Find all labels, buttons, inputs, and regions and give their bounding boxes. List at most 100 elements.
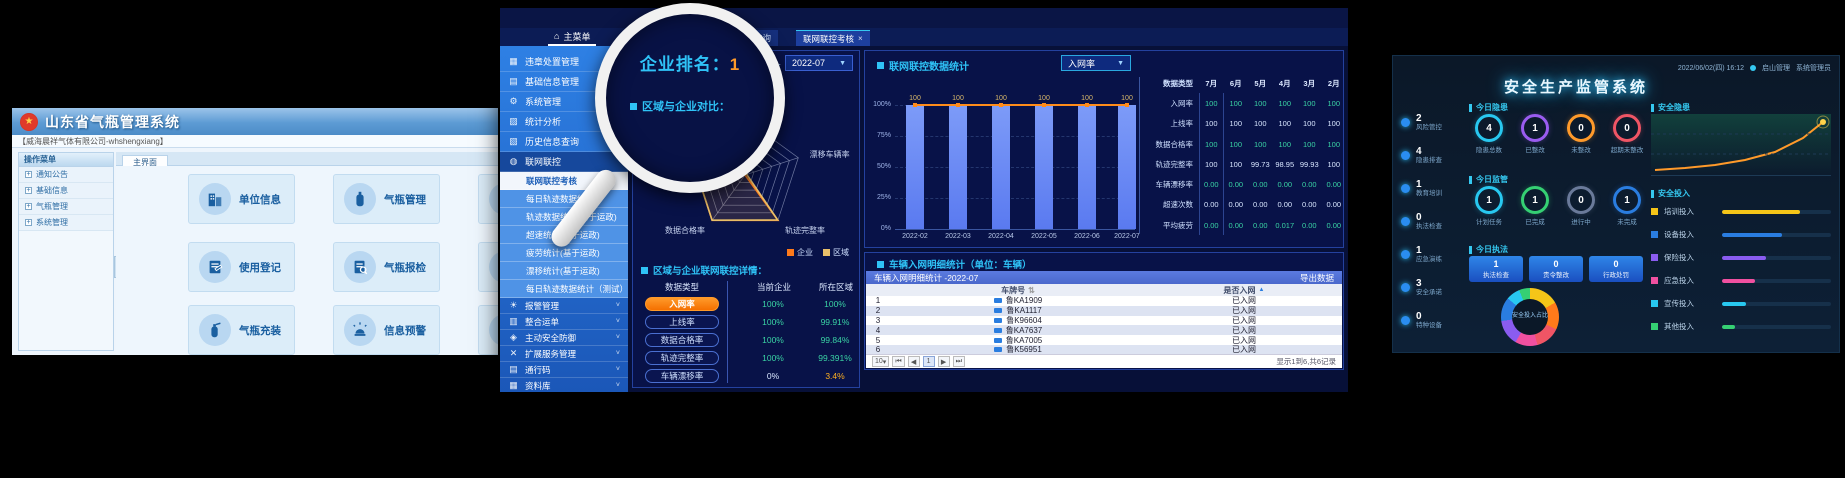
- stat-ring-隐患总数: 4隐患总数: [1469, 114, 1509, 154]
- cylinder-icon: [344, 183, 376, 215]
- first-page-button[interactable]: ⏮: [892, 356, 904, 367]
- query-date-dropdown[interactable]: 2022-07▼: [785, 55, 853, 71]
- card-label: 气瓶充装: [239, 323, 281, 338]
- card-alarm[interactable]: 信息预警: [333, 305, 440, 355]
- nav-tab-主菜单[interactable]: ⌂主菜单: [548, 28, 596, 46]
- glow-dot-icon: [1401, 184, 1410, 193]
- card-extinguisher[interactable]: 气瓶充装: [188, 305, 295, 355]
- detail-type-button-轨迹完整率[interactable]: 轨迹完整率: [645, 351, 719, 365]
- svg-text:数据合格率: 数据合格率: [665, 225, 705, 235]
- details-col-header: 数据类型: [645, 281, 719, 293]
- current-page[interactable]: 1: [923, 356, 935, 367]
- sidebar-item-扩展服务管理[interactable]: ✕扩展服务管理˅: [500, 346, 628, 362]
- sidebar-item-联网联控[interactable]: ◍联网联控: [500, 152, 628, 172]
- card-cylinder[interactable]: 气瓶管理: [333, 174, 440, 224]
- page-tab-联网联控考核[interactable]: 联网联控考核×: [796, 30, 870, 46]
- stats-col-header: 数据类型: [1141, 73, 1199, 93]
- rail-value: 3: [1416, 278, 1442, 289]
- sidebar-item-2[interactable]: +气瓶管理: [19, 199, 113, 215]
- donut-center-label: 安全投入占比: [1512, 299, 1548, 335]
- detail-type-button-超速次数[interactable]: 超速次数: [645, 387, 719, 388]
- nav-tab-label: 主菜单: [563, 30, 590, 43]
- export-data-button[interactable]: 导出数据: [1300, 272, 1334, 284]
- ring-label: 进行中: [1571, 216, 1591, 226]
- sidebar-item-资料库[interactable]: ▦资料库˅: [500, 378, 628, 392]
- safety-hazard-header: 安全隐患: [1651, 102, 1690, 113]
- card-label: 气瓶管理: [384, 192, 426, 207]
- sidebar-item-label: 历史信息查询: [525, 135, 610, 148]
- chevron-down-icon: ˅: [616, 334, 620, 341]
- wrench-icon: [496, 258, 498, 276]
- close-icon[interactable]: ×: [858, 34, 863, 43]
- next-page-button[interactable]: ▶: [938, 356, 950, 367]
- law-tile-执法检查[interactable]: 1执法检查: [1469, 256, 1523, 282]
- prev-page-button[interactable]: ◀: [908, 356, 920, 367]
- sidebar-item-0[interactable]: +通知公告: [19, 167, 113, 183]
- card-register-doc[interactable]: 使用登记: [188, 242, 295, 292]
- gas-cylinder-app-window: ★ 山东省气瓶管理系统 【威海晨祥气体有限公司-whshengxiang】 操作…: [12, 108, 498, 355]
- card-building[interactable]: 单位信息: [188, 174, 295, 224]
- today-watch-header: 今日监管: [1469, 174, 1508, 185]
- partial-card[interactable]: [478, 174, 498, 224]
- sidebar-subitem-每日轨迹数据统计（测试）[interactable]: 每日轨迹数据统计（测试）: [500, 280, 628, 298]
- stats-filter-dropdown[interactable]: 入网率▼: [1061, 55, 1131, 71]
- sidebar-item-通行码[interactable]: ▤通行码˅: [500, 362, 628, 378]
- plus-icon: +: [25, 203, 32, 210]
- sidebar-item-3[interactable]: +系统管理: [19, 215, 113, 231]
- partial-card[interactable]: [478, 305, 498, 355]
- wrench-icon: [489, 251, 498, 283]
- legend-swatch: [1651, 300, 1658, 307]
- legend-label: 区域: [833, 247, 849, 258]
- x-tick-label: 2022-05: [1022, 233, 1066, 240]
- page-size-select[interactable]: 10 ▾: [872, 356, 889, 367]
- user-name[interactable]: 启山管理: [1762, 63, 1790, 73]
- rail-item-执法检查: 0执法检查: [1401, 205, 1461, 238]
- stats-value: 100: [1322, 93, 1345, 113]
- sidebar-subitem-漂移统计(基于运政)[interactable]: 漂移统计(基于运政): [500, 262, 628, 280]
- detail-type-button-车辆漂移率[interactable]: 车辆漂移率: [645, 369, 719, 383]
- detail-type-button-入网率[interactable]: 入网率: [645, 297, 719, 311]
- stats-col-header: 7月: [1199, 73, 1224, 93]
- stats-value: 98.95: [1273, 154, 1298, 174]
- plate-column-header[interactable]: 车牌号⇅: [890, 284, 1146, 296]
- vehicle-table-toolbar: 车辆入网明细统计 -2022-07 导出数据: [866, 271, 1342, 284]
- rail-label: 安全承诺: [1416, 289, 1442, 296]
- detail-type-button-数据合格率[interactable]: 数据合格率: [645, 333, 719, 347]
- trend-line: [1651, 114, 1831, 176]
- bell-icon[interactable]: [1750, 65, 1756, 71]
- stats-value: 0.00: [1322, 174, 1345, 194]
- legend-bar-fill: [1722, 302, 1746, 306]
- sidebar-item-报警管理[interactable]: ☀报警管理˅: [500, 298, 628, 314]
- stats-value: 0.00: [1248, 195, 1273, 215]
- card-inspect-doc[interactable]: 气瓶报检: [333, 242, 440, 292]
- vehicle-detail-panel: 车辆入网明细统计（单位：车辆） 车辆入网明细统计 -2022-07 导出数据 车…: [864, 252, 1344, 370]
- shield-icon: ◈: [508, 332, 519, 343]
- last-page-button[interactable]: ⏭: [953, 356, 965, 367]
- stats-value: 0.00: [1322, 195, 1345, 215]
- waybill-icon: ▥: [508, 316, 519, 327]
- ring-label: 已完成: [1525, 216, 1545, 226]
- row-index: 3: [866, 316, 890, 325]
- law-tile-行政处罚[interactable]: 0行政处罚: [1589, 256, 1643, 282]
- ring-icon: 1: [1521, 114, 1549, 142]
- chevron-down-icon: ˅: [616, 350, 620, 357]
- company-bar: 【威海晨祥气体有限公司-whshengxiang】: [12, 135, 498, 148]
- sidebar-subitem-每日轨迹数据统计[interactable]: 每日轨迹数据统计: [500, 190, 628, 208]
- x-tick-label: 2022-02: [893, 233, 937, 240]
- rail-text: 2风险管控: [1416, 113, 1442, 131]
- sidebar-item-1[interactable]: +基础信息: [19, 183, 113, 199]
- ring-icon: 0: [1567, 114, 1595, 142]
- bar-value-label: 100: [943, 95, 973, 102]
- law-tile-责令整改[interactable]: 0责令整改: [1529, 256, 1583, 282]
- sidebar-item-label: 通知公告: [36, 169, 68, 180]
- status-column-header[interactable]: 是否入网▲: [1146, 284, 1342, 296]
- legend-label: 宣传投入: [1664, 298, 1716, 309]
- rail-text: 1应急演练: [1416, 245, 1442, 263]
- sidebar-item-整合运单[interactable]: ▥整合运单˅: [500, 314, 628, 330]
- ring-icon: 0: [1567, 186, 1595, 214]
- detail-type-button-上线率[interactable]: 上线率: [645, 315, 719, 329]
- details-table: 数据类型当前企业所在区域入网率100%100%上线率100%99.91%数据合格…: [633, 279, 859, 387]
- stats-value: 0.00: [1199, 174, 1224, 194]
- sidebar-item-主动安全防御[interactable]: ◈主动安全防御˅: [500, 330, 628, 346]
- partial-card[interactable]: [478, 242, 498, 292]
